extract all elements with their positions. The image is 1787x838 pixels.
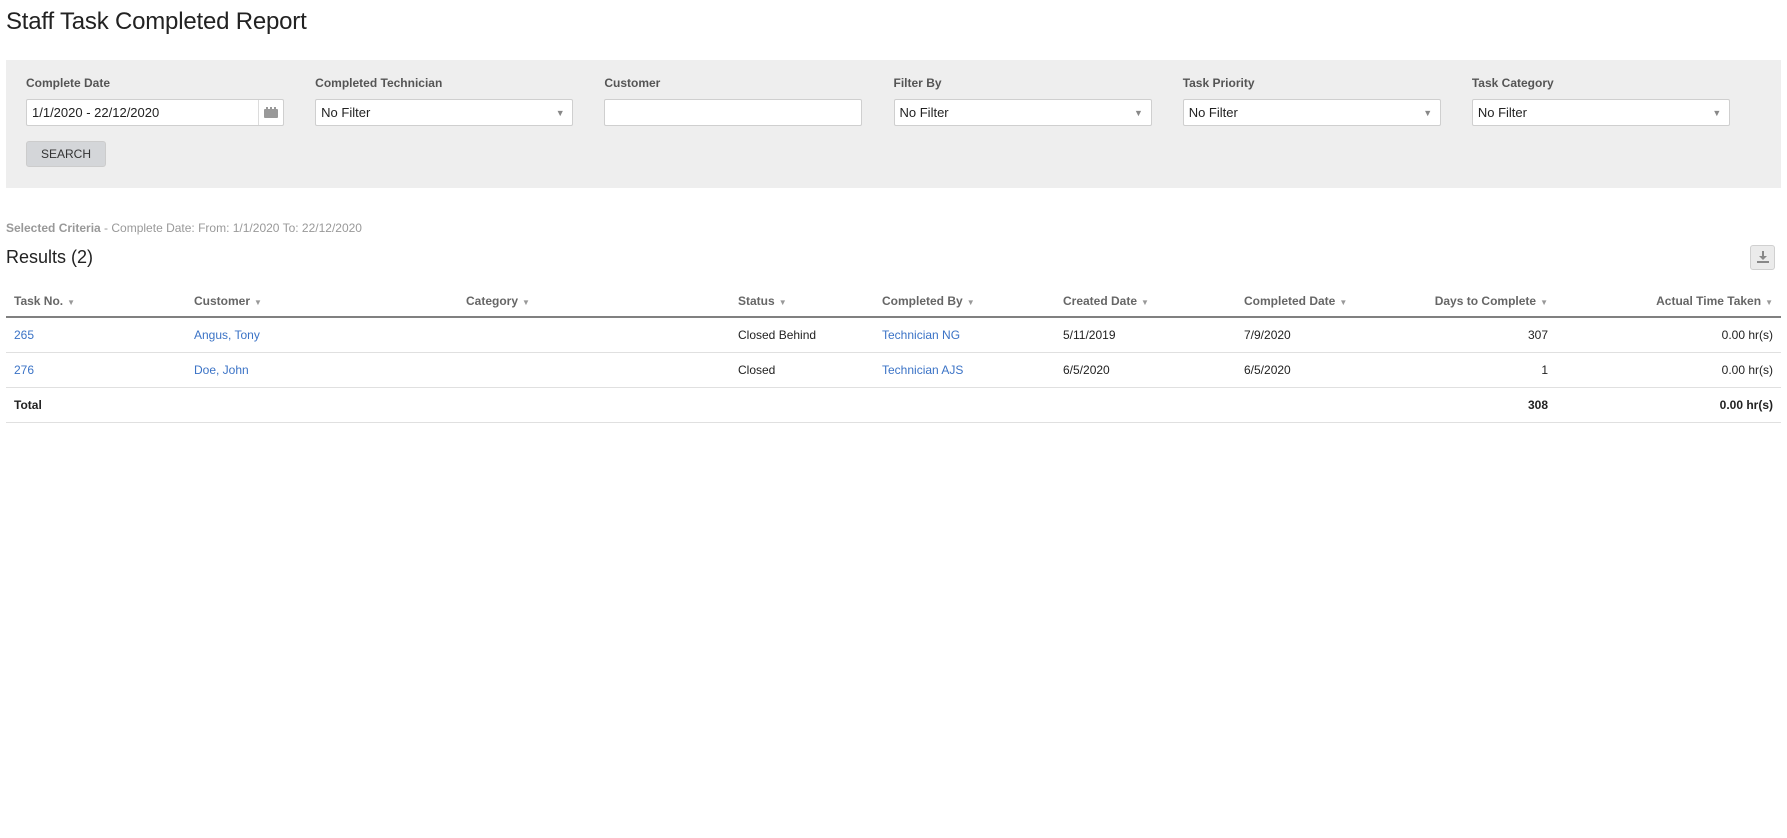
task-category-select[interactable]: No Filter ▼ xyxy=(1472,99,1730,126)
column-header-customer[interactable]: Customer▼ xyxy=(186,285,458,317)
task-priority-filter: Task Priority No Filter ▼ xyxy=(1183,76,1472,126)
sort-icon: ▼ xyxy=(254,298,262,307)
selected-criteria-text: - Complete Date: From: 1/1/2020 To: 22/1… xyxy=(101,221,362,235)
filter-by-filter: Filter By No Filter ▼ xyxy=(894,76,1183,126)
filter-row: Complete Date 1/1/2020 - 22/12/2020 Comp… xyxy=(26,76,1761,126)
created-date-cell: 6/5/2020 xyxy=(1055,352,1236,387)
category-cell xyxy=(458,352,730,387)
results-header: Results (2) xyxy=(6,243,1781,271)
column-header-completed-by[interactable]: Completed By▼ xyxy=(874,285,1055,317)
task-category-label: Task Category xyxy=(1472,76,1761,99)
filter-panel: Complete Date 1/1/2020 - 22/12/2020 Comp… xyxy=(6,60,1781,188)
status-cell: Closed xyxy=(730,352,874,387)
chevron-down-icon: ▼ xyxy=(548,108,572,118)
actual-time-taken-cell: 0.00 hr(s) xyxy=(1556,352,1781,387)
total-days-to-complete: 308 xyxy=(1366,387,1556,422)
task-priority-label: Task Priority xyxy=(1183,76,1472,99)
completed-technician-filter: Completed Technician No Filter ▼ xyxy=(315,76,604,126)
table-header-row: Task No.▼ Customer▼ Category▼ Status▼ Co… xyxy=(6,285,1781,317)
completed-date-cell: 7/9/2020 xyxy=(1236,317,1366,352)
table-row: 276 Doe, John Closed Technician AJS 6/5/… xyxy=(6,352,1781,387)
complete-date-label: Complete Date xyxy=(26,76,315,99)
table-row: 265 Angus, Tony Closed Behind Technician… xyxy=(6,317,1781,352)
column-header-actual-time-taken[interactable]: Actual Time Taken▼ xyxy=(1556,285,1781,317)
sort-icon: ▼ xyxy=(67,298,75,307)
customer-filter: Customer xyxy=(604,76,893,126)
column-header-created-date[interactable]: Created Date▼ xyxy=(1055,285,1236,317)
column-header-category[interactable]: Category▼ xyxy=(458,285,730,317)
created-date-cell: 5/11/2019 xyxy=(1055,317,1236,352)
column-header-days-to-complete[interactable]: Days to Complete▼ xyxy=(1366,285,1556,317)
results-table: Task No.▼ Customer▼ Category▼ Status▼ Co… xyxy=(6,285,1781,423)
total-row: Total 308 0.00 hr(s) xyxy=(6,387,1781,422)
calendar-icon xyxy=(264,107,278,118)
days-to-complete-cell: 307 xyxy=(1366,317,1556,352)
task-priority-value: No Filter xyxy=(1184,105,1416,120)
completed-by-link[interactable]: Technician NG xyxy=(882,328,960,342)
completed-date-cell: 6/5/2020 xyxy=(1236,352,1366,387)
task-no-link[interactable]: 276 xyxy=(14,363,34,377)
sort-icon: ▼ xyxy=(779,298,787,307)
chevron-down-icon: ▼ xyxy=(1705,108,1729,118)
sort-icon: ▼ xyxy=(967,298,975,307)
sort-icon: ▼ xyxy=(1339,298,1347,307)
results-title: Results (2) xyxy=(6,247,93,268)
page-title: Staff Task Completed Report xyxy=(6,0,1781,60)
filter-by-select[interactable]: No Filter ▼ xyxy=(894,99,1152,126)
task-no-link[interactable]: 265 xyxy=(14,328,34,342)
complete-date-value[interactable]: 1/1/2020 - 22/12/2020 xyxy=(27,105,258,120)
chevron-down-icon: ▼ xyxy=(1127,108,1151,118)
customer-link[interactable]: Doe, John xyxy=(194,363,249,377)
complete-date-filter: Complete Date 1/1/2020 - 22/12/2020 xyxy=(26,76,315,126)
completed-technician-label: Completed Technician xyxy=(315,76,604,99)
filter-by-label: Filter By xyxy=(894,76,1183,99)
sort-icon: ▼ xyxy=(522,298,530,307)
sort-icon: ▼ xyxy=(1765,298,1773,307)
chevron-down-icon: ▼ xyxy=(1416,108,1440,118)
actual-time-taken-cell: 0.00 hr(s) xyxy=(1556,317,1781,352)
search-button[interactable]: SEARCH xyxy=(26,141,106,167)
days-to-complete-cell: 1 xyxy=(1366,352,1556,387)
column-header-task-no[interactable]: Task No.▼ xyxy=(6,285,186,317)
customer-link[interactable]: Angus, Tony xyxy=(194,328,260,342)
task-category-filter: Task Category No Filter ▼ xyxy=(1472,76,1761,126)
filter-by-value: No Filter xyxy=(895,105,1127,120)
complete-date-input[interactable]: 1/1/2020 - 22/12/2020 xyxy=(26,99,284,126)
sort-icon: ▼ xyxy=(1141,298,1149,307)
column-header-status[interactable]: Status▼ xyxy=(730,285,874,317)
sort-icon: ▼ xyxy=(1540,298,1548,307)
completed-technician-value: No Filter xyxy=(316,105,548,120)
column-header-completed-date[interactable]: Completed Date▼ xyxy=(1236,285,1366,317)
task-priority-select[interactable]: No Filter ▼ xyxy=(1183,99,1441,126)
task-category-value: No Filter xyxy=(1473,105,1705,120)
calendar-button[interactable] xyxy=(258,100,283,125)
category-cell xyxy=(458,317,730,352)
report-page: Staff Task Completed Report Complete Dat… xyxy=(0,0,1787,423)
export-button[interactable] xyxy=(1750,245,1775,270)
completed-technician-select[interactable]: No Filter ▼ xyxy=(315,99,573,126)
total-actual-time-taken: 0.00 hr(s) xyxy=(1556,387,1781,422)
total-label: Total xyxy=(6,387,186,422)
selected-criteria-label: Selected Criteria xyxy=(6,221,101,235)
download-icon xyxy=(1757,251,1769,263)
status-cell: Closed Behind xyxy=(730,317,874,352)
customer-input[interactable] xyxy=(604,99,862,126)
completed-by-link[interactable]: Technician AJS xyxy=(882,363,963,377)
selected-criteria: Selected Criteria - Complete Date: From:… xyxy=(6,220,1781,236)
customer-label: Customer xyxy=(604,76,893,99)
